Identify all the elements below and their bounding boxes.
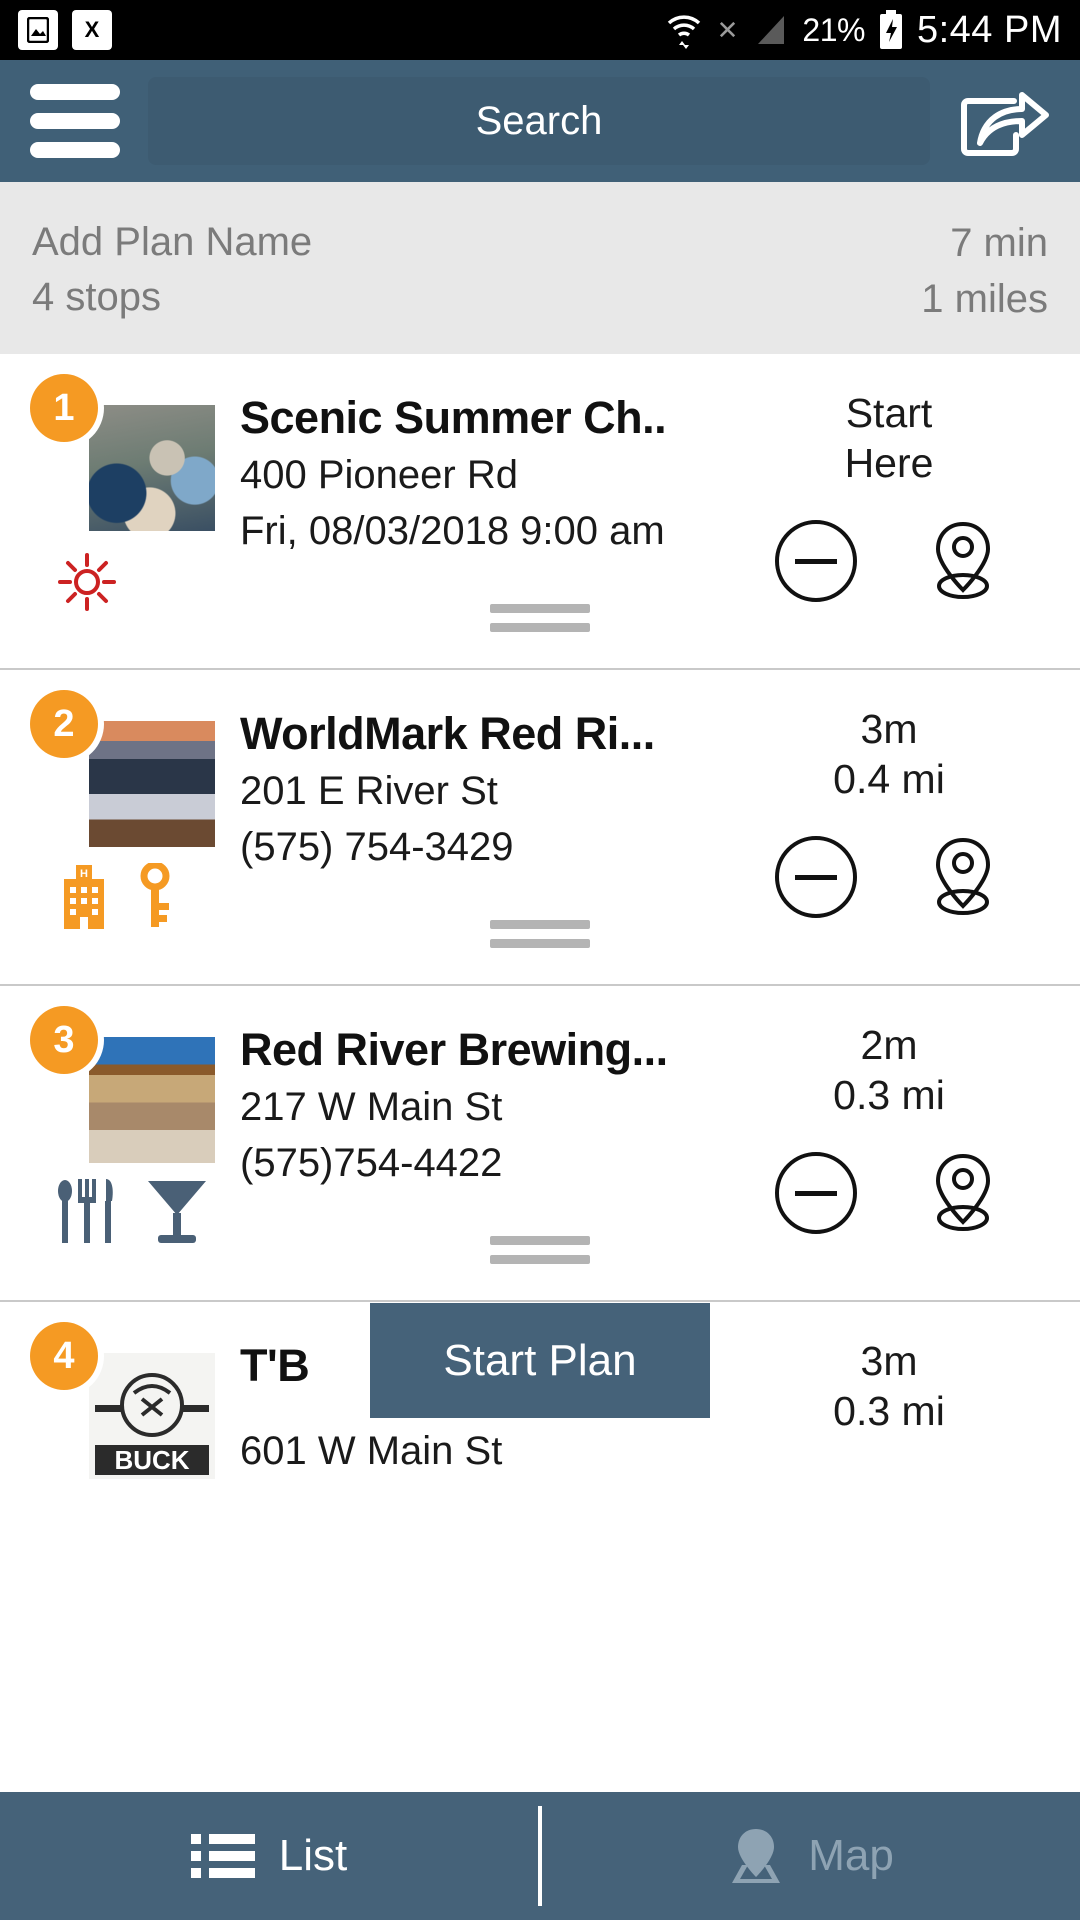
stop-thumbnail-column: 1 xyxy=(26,374,215,611)
remove-stop-button[interactable] xyxy=(775,1152,857,1235)
key-icon xyxy=(140,863,170,927)
clock-label: 5:44 PM xyxy=(916,8,1062,51)
table-row[interactable]: 2 H WorldMark Red Ri... 201 E River St (… xyxy=(0,670,1080,986)
plan-distance-label: 1 miles xyxy=(921,277,1048,321)
cocktail-icon xyxy=(148,1181,206,1243)
stop-category-icons xyxy=(56,1175,212,1245)
share-icon[interactable] xyxy=(958,83,1050,159)
plan-name-label[interactable]: Add Plan Name xyxy=(32,218,312,266)
map-pin-icon[interactable] xyxy=(923,834,1003,920)
map-pin-icon[interactable] xyxy=(923,1150,1003,1236)
search-placeholder-label: Search xyxy=(475,98,603,143)
stop-eta: 3m 0.3 mi xyxy=(724,1336,1054,1436)
stop-eta-primary: 3m xyxy=(860,706,918,752)
stop-number-badge: 2 xyxy=(30,690,98,758)
stop-number-badge: 3 xyxy=(30,1006,98,1074)
hotel-icon: H xyxy=(64,865,104,929)
table-row[interactable]: 3 Red River Brewing... 217 W Main St (57… xyxy=(0,986,1080,1302)
stop-number-badge: 1 xyxy=(30,374,98,442)
table-row[interactable]: 1 Scenic Summer Ch.. 400 Pioneer Rd Fri,… xyxy=(0,354,1080,670)
wifi-icon xyxy=(667,15,700,49)
map-pin-icon[interactable] xyxy=(923,518,1003,604)
image-saved-icon xyxy=(18,10,58,50)
plan-summary-right: 7 min 1 miles xyxy=(921,218,1048,324)
stop-number-badge: 4 xyxy=(30,1322,98,1390)
stop-thumbnail: BUCK xyxy=(89,1353,215,1479)
stop-detail: Fri, 08/03/2018 9:00 am xyxy=(240,509,665,554)
stop-info-column: Scenic Summer Ch.. 400 Pioneer Rd Fri, 0… xyxy=(206,388,724,604)
restaurant-icon xyxy=(58,1179,113,1243)
battery-percent-label: 21% xyxy=(802,11,865,48)
svg-text:H: H xyxy=(80,868,88,880)
list-icon xyxy=(190,1834,255,1878)
stop-detail: (575)754-4422 xyxy=(240,1141,503,1186)
stop-category-icons xyxy=(56,543,118,613)
stop-address: 201 E River St xyxy=(240,768,498,813)
stop-thumbnail-column: 4 BUCK xyxy=(26,1322,215,1479)
start-plan-label: Start Plan xyxy=(443,1335,637,1385)
stop-eta-secondary: 0.3 mi xyxy=(833,1072,945,1119)
sun-icon xyxy=(58,553,116,611)
plan-duration-label: 7 min xyxy=(950,221,1048,265)
stop-thumbnail-column: 2 H xyxy=(26,690,215,929)
remove-stop-button[interactable] xyxy=(775,520,857,603)
stop-thumbnail xyxy=(89,405,215,531)
bottom-navigation: List Map xyxy=(0,1792,1080,1920)
tab-map[interactable]: Map xyxy=(542,1792,1080,1920)
stop-category-icons: H xyxy=(56,859,176,929)
stop-action-column: Start Here xyxy=(724,388,1054,604)
stop-eta-secondary: 0.3 mi xyxy=(833,1388,945,1435)
cellular-signal-icon xyxy=(758,16,785,44)
tab-list[interactable]: List xyxy=(0,1792,538,1920)
stop-info-column: Red River Brewing... 217 W Main St (575)… xyxy=(206,1020,724,1236)
stop-info-column: WorldMark Red Ri... 201 E River St (575)… xyxy=(206,704,724,920)
stop-action-column: 2m 0.3 mi xyxy=(724,1020,1054,1236)
stop-eta: 2m 0.3 mi xyxy=(724,1020,1054,1120)
stop-address: 217 W Main St xyxy=(240,1084,503,1129)
stop-eta-primary: Start xyxy=(845,390,933,436)
status-bar-left-icons: X xyxy=(18,10,112,50)
tab-map-label: Map xyxy=(808,1831,894,1880)
plan-stops-count: 4 stops xyxy=(32,275,161,319)
stop-address: 601 W Main St xyxy=(240,1428,503,1473)
status-bar-right-icons: ✕ 21% 5:44 PM xyxy=(663,9,1062,52)
stop-title: WorldMark Red Ri... xyxy=(240,708,655,759)
hamburger-menu-icon[interactable] xyxy=(30,84,120,158)
stop-eta: 3m 0.4 mi xyxy=(724,704,1054,804)
svg-text:BUCK: BUCK xyxy=(114,1445,189,1475)
stop-title: Scenic Summer Ch.. xyxy=(240,392,667,443)
stop-thumbnail-column: 3 xyxy=(26,1006,215,1243)
plan-summary[interactable]: Add Plan Name 4 stops 7 min 1 miles xyxy=(0,182,1080,354)
drag-handle[interactable] xyxy=(490,920,590,958)
plan-summary-left: Add Plan Name 4 stops xyxy=(32,218,312,324)
stop-thumbnail xyxy=(89,1037,215,1163)
stop-address: 400 Pioneer Rd xyxy=(240,452,518,497)
stop-actions xyxy=(724,834,1054,920)
stop-actions xyxy=(724,518,1054,604)
stop-eta: Start Here xyxy=(724,388,1054,488)
stop-actions xyxy=(724,1150,1054,1236)
sim-card-x-icon: X xyxy=(72,10,112,50)
stop-title: Red River Brewing... xyxy=(240,1024,668,1075)
stop-action-column: 3m 0.3 mi xyxy=(724,1336,1054,1476)
stop-thumbnail xyxy=(89,721,215,847)
drag-handle[interactable] xyxy=(490,604,590,642)
signal-x-icon: ✕ xyxy=(716,14,739,45)
stop-eta-primary: 3m xyxy=(860,1338,918,1384)
status-bar: X ✕ 21% 5:44 PM xyxy=(0,0,1080,60)
stop-detail: (575) 754-3429 xyxy=(240,825,514,870)
tab-list-label: List xyxy=(278,1831,348,1880)
battery-charging-icon xyxy=(879,10,902,49)
app-header: Search xyxy=(0,60,1080,182)
remove-stop-button[interactable] xyxy=(775,836,857,919)
start-plan-button[interactable]: Start Plan xyxy=(370,1303,710,1418)
drag-handle[interactable] xyxy=(490,1236,590,1274)
stop-eta-secondary: Here xyxy=(844,440,934,487)
search-input[interactable]: Search xyxy=(148,77,930,165)
stop-eta-primary: 2m xyxy=(860,1022,918,1068)
stop-action-column: 3m 0.4 mi xyxy=(724,704,1054,920)
map-pin-icon xyxy=(732,1829,781,1883)
stop-eta-secondary: 0.4 mi xyxy=(833,756,945,803)
